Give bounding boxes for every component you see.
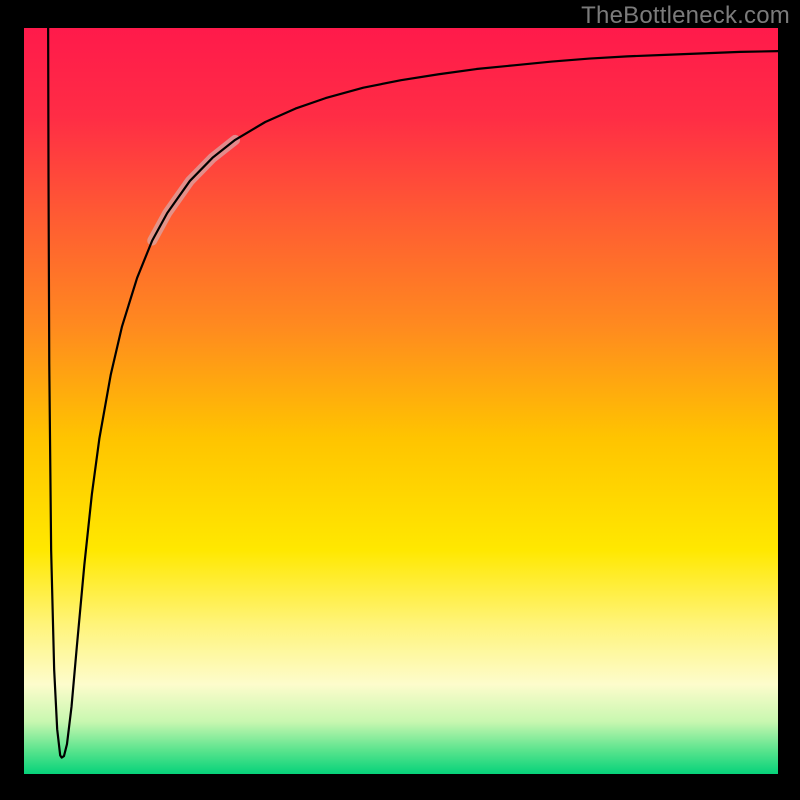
chart-container: TheBottleneck.com (0, 0, 800, 800)
chart-svg (0, 0, 800, 800)
plot-background (24, 28, 778, 774)
watermark-text: TheBottleneck.com (581, 2, 790, 30)
